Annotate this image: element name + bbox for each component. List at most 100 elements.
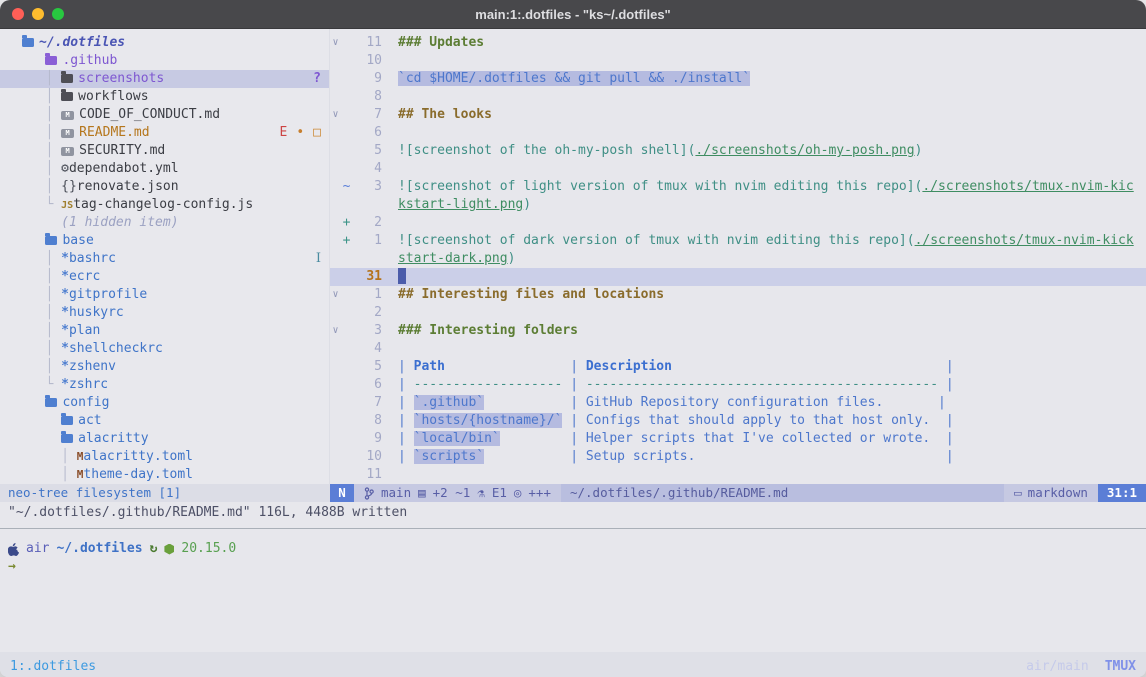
tree-item-renovate[interactable]: │ {}renovate.json xyxy=(0,178,329,196)
fold-chevron-icon[interactable]: ∨ xyxy=(330,106,341,124)
tree-item-readme[interactable]: │ MREADME.mdE•□ xyxy=(0,124,329,142)
tree-item-ecrc[interactable]: │ *ecrc xyxy=(0,268,329,286)
editor-line[interactable]: 8| `hosts/{hostname}/` | Configs that sh… xyxy=(330,412,1146,430)
git-status-segment: main ▤ +2 ~1 ⚗ E1 ◎ +++ xyxy=(354,484,561,502)
editor-line[interactable]: ∨1## Interesting files and locations xyxy=(330,286,1146,304)
tree-item-zshrc[interactable]: └ *zshrc xyxy=(0,376,329,394)
editor-line[interactable]: 4 xyxy=(330,340,1146,358)
cursor-position: 31:1 xyxy=(1098,484,1146,502)
tree-item-github[interactable]: .github xyxy=(0,52,329,70)
tmux-label: TMUX xyxy=(1105,659,1136,677)
folder-icon xyxy=(61,92,73,101)
editor-line[interactable]: 5| Path | Description | xyxy=(330,358,1146,376)
editor-line-wrap[interactable]: kstart-light.png) xyxy=(330,196,1146,214)
shell-input-line[interactable]: → xyxy=(8,558,1138,576)
lualine: N main ▤ +2 ~1 ⚗ E1 ◎ +++ ~/.dotfiles/.g… xyxy=(330,484,1146,502)
editor-current-line[interactable]: 31 xyxy=(330,268,1146,286)
editor-pane: ∨11### Updates 10 9`cd $HOME/.dotfiles &… xyxy=(330,29,1146,484)
editor-line[interactable]: +1![screenshot of dark version of tmux w… xyxy=(330,232,1146,250)
close-button[interactable] xyxy=(12,8,24,20)
tree-item-alacritty-toml[interactable]: │ Malacritty.toml xyxy=(0,448,329,466)
filetype-label: markdown xyxy=(1028,484,1088,502)
git-untracked-icon: ? xyxy=(313,70,321,88)
fold-chevron-icon[interactable]: ∨ xyxy=(330,286,341,304)
tree-item-dotfiles-root[interactable]: ~/.dotfiles xyxy=(0,34,329,52)
dotfile-star-icon: * xyxy=(61,341,69,356)
folder-icon xyxy=(22,38,34,47)
tree-item-screenshots[interactable]: │ screenshots? xyxy=(0,70,329,88)
diagnostics-count: E1 xyxy=(492,484,507,502)
editor-line[interactable]: 6 xyxy=(330,124,1146,142)
shell-pane[interactable]: air ~/.dotfiles ↻ 20.15.0 → xyxy=(0,528,1146,652)
editor-line-wrap[interactable]: start-dark.png) xyxy=(330,250,1146,268)
tmux-session-name: air/main xyxy=(1026,659,1089,677)
folder-icon xyxy=(61,416,73,425)
editor-line[interactable]: 7| `.github` | GitHub Repository configu… xyxy=(330,394,1146,412)
editor-line[interactable]: 5![screenshot of the oh-my-posh shell](.… xyxy=(330,142,1146,160)
markdown-icon: ▭ xyxy=(1014,484,1022,502)
terminal-window: main:1:.dotfiles - "ks~/.dotfiles" ~/.do… xyxy=(0,0,1146,677)
tmux-status-bar: 1:.dotfiles air/main TMUX xyxy=(0,652,1146,677)
folder-icon xyxy=(45,236,57,245)
apple-icon xyxy=(8,543,19,556)
fold-chevron-icon[interactable]: ∨ xyxy=(330,322,341,340)
dotfile-star-icon: * xyxy=(61,377,69,392)
dotfile-star-icon: * xyxy=(61,359,69,374)
tree-item-workflows[interactable]: │ workflows xyxy=(0,88,329,106)
folder-icon xyxy=(45,398,57,407)
editor-line[interactable]: 6| ------------------- | ---------------… xyxy=(330,376,1146,394)
tree-item-huskyrc[interactable]: │ *huskyrc xyxy=(0,304,329,322)
diff-counts: +2 ~1 xyxy=(433,484,471,502)
titlebar[interactable]: main:1:.dotfiles - "ks~/.dotfiles" xyxy=(0,0,1146,29)
tree-item-security[interactable]: │ MSECURITY.md xyxy=(0,142,329,160)
diagnostics-flask-icon: ⚗ xyxy=(477,484,485,502)
vim-mode-indicator: N xyxy=(330,484,354,502)
editor-line[interactable]: 9| `local/bin` | Helper scripts that I'v… xyxy=(330,430,1146,448)
tree-item-config[interactable]: config xyxy=(0,394,329,412)
tree-item-act[interactable]: act xyxy=(0,412,329,430)
javascript-file-icon: JS xyxy=(61,200,73,211)
editor-line[interactable]: 10 xyxy=(330,52,1146,70)
window-title: main:1:.dotfiles - "ks~/.dotfiles" xyxy=(475,7,670,22)
tree-item-dependabot[interactable]: │ ⚙dependabot.yml xyxy=(0,160,329,178)
git-unstaged-icon: □ xyxy=(313,124,321,142)
editor-line[interactable]: 10| `scripts` | Setup scripts. | xyxy=(330,448,1146,466)
folder-icon xyxy=(61,434,73,443)
tree-item-bashrc[interactable]: │ *bashrcI xyxy=(0,250,329,268)
editor-line[interactable]: 11 xyxy=(330,466,1146,484)
dotfile-star-icon: * xyxy=(61,323,69,338)
tree-item-code-of-conduct[interactable]: │ MCODE_OF_CONDUCT.md xyxy=(0,106,329,124)
tree-item-gitprofile[interactable]: │ *gitprofile xyxy=(0,286,329,304)
dotfile-star-icon: * xyxy=(61,269,69,284)
fold-chevron-icon[interactable]: ∨ xyxy=(330,34,341,52)
tree-item-theme-day-toml[interactable]: │ Mtheme-day.toml xyxy=(0,466,329,484)
editor-line[interactable]: ∨7## The looks xyxy=(330,106,1146,124)
editor-line[interactable]: 2 xyxy=(330,304,1146,322)
tree-item-base[interactable]: base xyxy=(0,232,329,250)
minimize-button[interactable] xyxy=(32,8,44,20)
git-fetch-icon: ↻ xyxy=(150,540,158,558)
editor-line[interactable]: 8 xyxy=(330,88,1146,106)
tmux-window-name[interactable]: 1:.dotfiles xyxy=(10,659,96,677)
vim-cmdline-message: "~/.dotfiles/.github/README.md" 116L, 44… xyxy=(0,502,1146,528)
editor-line[interactable]: ∨3### Interesting folders xyxy=(330,322,1146,340)
tree-item-shellcheckrc[interactable]: │ *shellcheckrc xyxy=(0,340,329,358)
git-add-sign: + xyxy=(341,232,352,250)
nodejs-icon xyxy=(164,544,174,555)
tree-item-plan[interactable]: │ *plan xyxy=(0,322,329,340)
editor-line[interactable]: 4 xyxy=(330,160,1146,178)
editor-line[interactable]: ∨11### Updates xyxy=(330,34,1146,52)
tree-item-zshenv[interactable]: │ *zshenv xyxy=(0,358,329,376)
filetype-segment: ▭ markdown xyxy=(1004,484,1098,502)
tree-item-tag-changelog[interactable]: └ JStag-changelog-config.js xyxy=(0,196,329,214)
editor-line[interactable]: ~3![screenshot of light version of tmux … xyxy=(330,178,1146,196)
tree-hidden-items-note: (1 hidden item) xyxy=(0,214,329,232)
editor-line[interactable]: 9`cd $HOME/.dotfiles && git pull && ./in… xyxy=(330,70,1146,88)
zoom-button[interactable] xyxy=(52,8,64,20)
tree-item-alacritty[interactable]: alacritty xyxy=(0,430,329,448)
gear-icon: ⚙ xyxy=(61,161,69,176)
hunk-indicator: +++ xyxy=(528,484,551,502)
record-icon: ◎ xyxy=(514,484,522,502)
ibeam-cursor-icon: I xyxy=(316,250,321,268)
editor-line[interactable]: +2 xyxy=(330,214,1146,232)
